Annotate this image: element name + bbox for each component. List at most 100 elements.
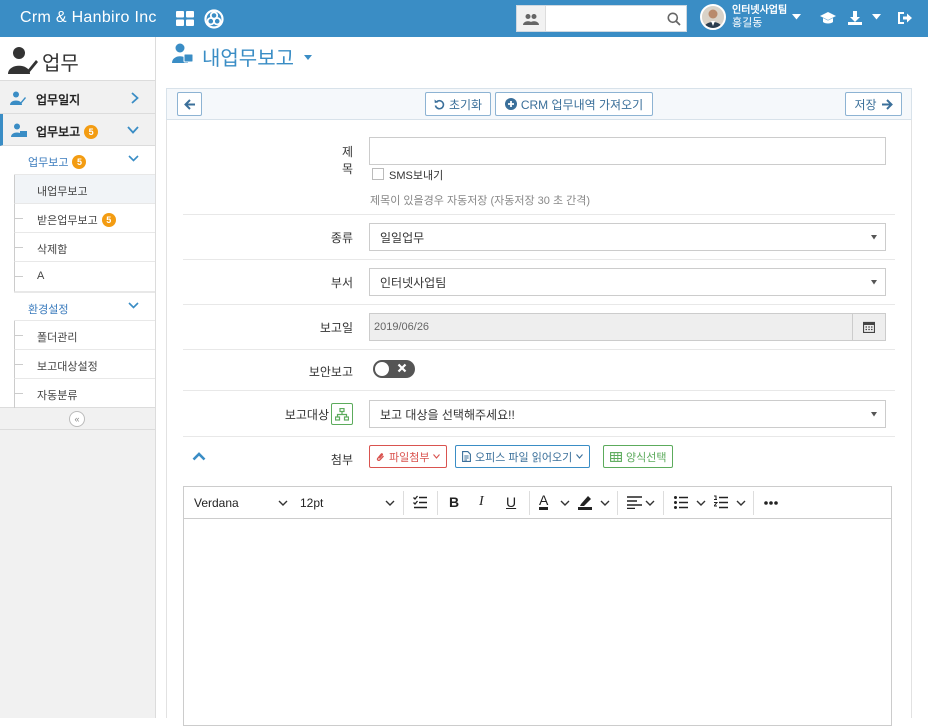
report-date-label: 보고일	[319, 321, 353, 335]
chevron-down-icon[interactable]	[736, 500, 746, 506]
secure-report-row: 보안보고	[183, 350, 895, 391]
tree-group-work-report[interactable]: 업무보고 5	[14, 146, 155, 175]
graduation-hat-icon[interactable]	[820, 11, 836, 25]
top-navbar: Crm & Hanbiro Inc 인터넷사업팀 홍길동	[0, 0, 928, 37]
toolbar-separator	[529, 491, 530, 515]
underline-icon[interactable]: U	[506, 494, 516, 510]
tree-item-folder-manage[interactable]: 폴더관리	[14, 321, 155, 350]
chevron-up-icon[interactable]	[192, 452, 206, 461]
sms-checkbox[interactable]	[372, 168, 384, 180]
download-icon[interactable]	[848, 11, 862, 25]
user-menu-caret-icon[interactable]	[792, 14, 801, 20]
user-avatar[interactable]	[700, 4, 726, 30]
sidebar-item-work-log[interactable]: 업무일지	[0, 82, 155, 114]
bullet-list-icon[interactable]	[674, 496, 688, 509]
report-form: 제목 SMS보내기 제목이 있을경우 자동저장 (자동저장 30 초 간격) 종…	[166, 120, 912, 726]
type-select[interactable]: 일일업무	[369, 223, 886, 251]
user-pen-icon	[10, 91, 26, 105]
tree-item-label: 자동분류	[37, 390, 78, 402]
bold-icon[interactable]: B	[449, 494, 459, 510]
user-lock-icon	[11, 123, 27, 137]
toolbar-separator	[617, 491, 618, 515]
user-department[interactable]: 인터넷사업팀	[732, 5, 787, 17]
back-button[interactable]	[177, 92, 202, 116]
subject-input[interactable]	[369, 137, 886, 165]
calendar-icon[interactable]	[852, 314, 885, 340]
logo-icon[interactable]	[204, 9, 224, 29]
tree-group-settings[interactable]: 환경설정	[14, 292, 155, 321]
tree-line	[15, 364, 23, 365]
chevron-down-icon[interactable]	[385, 500, 395, 506]
chevron-down-icon	[576, 454, 584, 459]
rich-text-editor: Verdana 12pt B I U A	[183, 486, 892, 726]
form-toolbar: 초기화 CRM 업무내역 가져오기 저장	[166, 88, 912, 120]
chevron-down-icon[interactable]	[600, 500, 610, 506]
crm-import-button[interactable]: CRM 업무내역 가져오기	[495, 92, 653, 116]
file-icon	[462, 451, 471, 462]
plus-circle-icon	[504, 98, 517, 110]
collapse-sidebar-button[interactable]: «	[69, 411, 85, 427]
chevron-down-icon[interactable]	[645, 500, 655, 506]
sidebar-item-label: 업무보고 5	[36, 123, 99, 140]
editor-toolbar: Verdana 12pt B I U A	[184, 487, 891, 519]
tree-item-received-report[interactable]: 받은업무보고 5	[14, 204, 155, 233]
sidebar-item-work-report[interactable]: 업무보고 5	[0, 114, 155, 146]
sms-label[interactable]: SMS보내기	[389, 167, 443, 183]
brand-name[interactable]: Crm & Hanbiro Inc	[20, 9, 157, 27]
toolbar-separator	[437, 491, 438, 515]
count-badge: 5	[84, 125, 99, 139]
office-file-import-button[interactable]: 오피스 파일 읽어오기	[455, 445, 591, 468]
caret-down-icon[interactable]	[304, 55, 312, 60]
department-row: 부서 인터넷사업팀	[183, 260, 895, 305]
department-label: 부서	[330, 276, 353, 290]
chevron-down-icon[interactable]	[696, 500, 706, 506]
subject-label: 제목	[341, 145, 353, 176]
report-target-label: 보고대상	[284, 408, 329, 422]
report-date-input[interactable]: 2019/06/26	[369, 313, 886, 341]
select-caret-icon	[871, 235, 877, 240]
tree-item-my-report[interactable]: 내업무보고	[14, 175, 155, 204]
save-button[interactable]: 저장	[845, 92, 902, 116]
font-family-select[interactable]: Verdana	[194, 496, 239, 510]
download-caret-icon[interactable]	[872, 14, 881, 20]
chevron-down-icon[interactable]	[560, 500, 570, 506]
chevron-down-icon	[433, 454, 441, 459]
numbered-list-icon[interactable]	[714, 495, 728, 510]
department-select[interactable]: 인터넷사업팀	[369, 268, 886, 296]
sidebar-collapse-bar: «	[0, 408, 155, 430]
search-icon[interactable]	[667, 12, 681, 26]
search-input[interactable]	[547, 6, 667, 31]
sidebar-item-label: 업무일지	[36, 93, 81, 107]
paperclip-icon	[376, 451, 385, 462]
user-name[interactable]: 홍길동	[732, 17, 762, 29]
tree-item-report-target-setting[interactable]: 보고대상설정	[14, 350, 155, 379]
apps-grid-icon[interactable]	[176, 11, 194, 26]
checklist-icon[interactable]	[413, 495, 427, 509]
highlight-icon[interactable]	[577, 494, 593, 510]
select-caret-icon	[871, 412, 877, 417]
font-size-select[interactable]: 12pt	[300, 496, 323, 510]
reset-button[interactable]: 초기화	[425, 92, 491, 116]
align-left-icon[interactable]	[627, 496, 642, 509]
tree-item-trash[interactable]: 삭제함	[14, 233, 155, 262]
chevron-down-icon[interactable]	[278, 500, 288, 506]
table-icon	[610, 451, 622, 462]
user-pen-icon	[8, 46, 38, 74]
tree-item-a[interactable]: A	[14, 262, 155, 292]
tree-item-auto-classify[interactable]: 자동분류	[14, 379, 155, 408]
org-chart-icon[interactable]	[331, 403, 353, 425]
secure-report-toggle[interactable]	[373, 360, 415, 378]
tree-item-label: 삭제함	[37, 244, 68, 256]
tree-line	[15, 335, 23, 336]
people-filter-icon[interactable]	[517, 6, 546, 31]
italic-icon[interactable]: I	[479, 494, 484, 510]
count-badge: 5	[72, 155, 87, 169]
more-options-icon[interactable]	[764, 501, 778, 505]
form-template-button[interactable]: 양식선택	[603, 445, 674, 468]
editor-body[interactable]	[184, 519, 891, 725]
sidebar-title: 업무	[42, 53, 79, 75]
logout-icon[interactable]	[898, 11, 912, 25]
attach-file-button[interactable]: 파일첨부	[369, 445, 448, 468]
text-color-icon[interactable]: A	[539, 493, 549, 510]
report-target-select[interactable]: 보고 대상을 선택해주세요!!	[369, 400, 886, 428]
